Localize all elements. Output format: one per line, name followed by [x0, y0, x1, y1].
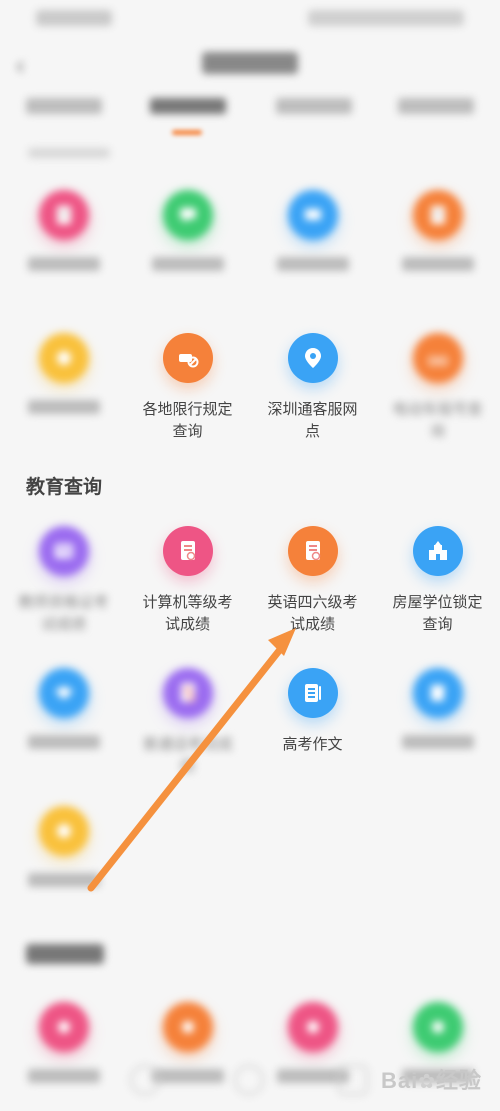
baidu-watermark: Bai✿经验 [381, 1063, 482, 1095]
arrow-head [268, 628, 296, 656]
arrow-shaft [87, 638, 290, 892]
nav-back-button[interactable] [130, 1065, 160, 1095]
annotation-arrow [87, 628, 296, 892]
nav-recent-button[interactable] [338, 1065, 368, 1095]
paw-icon: ✿ [418, 1071, 436, 1093]
watermark-text-2: 经验 [435, 1068, 482, 1093]
nav-home-button[interactable] [234, 1065, 264, 1095]
watermark-text: Bai [380, 1068, 419, 1093]
